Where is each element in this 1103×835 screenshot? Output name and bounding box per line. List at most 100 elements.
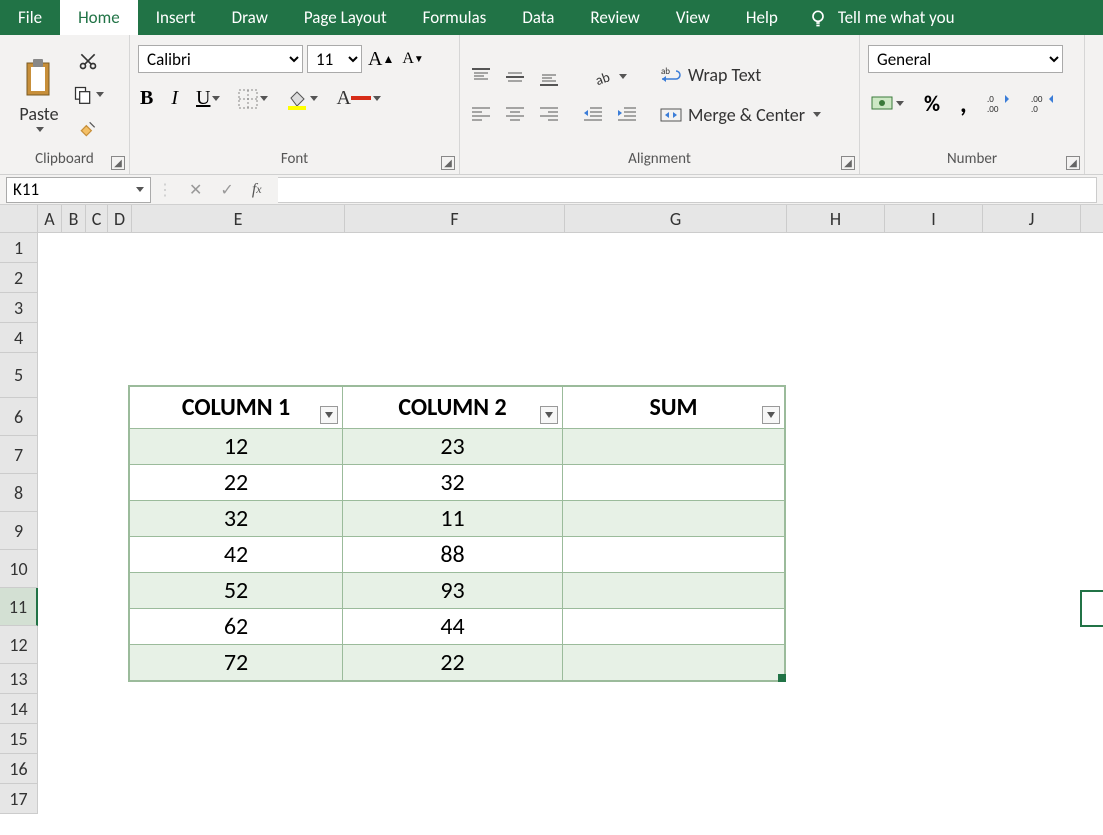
paste-button[interactable]: Paste [8,57,70,132]
table-cell[interactable]: 12 [130,429,343,465]
col-header-b[interactable]: B [62,205,86,232]
merge-center-button[interactable]: Merge & Center [658,102,823,128]
table-cell[interactable]: 52 [130,573,343,609]
table-cell[interactable]: 93 [343,573,563,609]
table-resize-handle[interactable] [778,674,786,682]
font-name-combo[interactable]: Calibri [138,45,303,73]
row-header[interactable]: 14 [0,694,38,724]
row-header[interactable]: 2 [0,263,38,293]
font-dialog-launcher[interactable]: ◢ [441,156,455,170]
table-cell[interactable]: 72 [130,645,343,681]
underline-button[interactable]: U [194,85,222,112]
row-header[interactable]: 7 [0,436,38,474]
table-cell[interactable]: 62 [130,609,343,645]
row-header[interactable]: 13 [0,664,38,694]
col-header-j[interactable]: J [983,205,1081,232]
table-header[interactable]: COLUMN 2 [343,387,563,429]
row-header[interactable]: 11 [0,588,38,626]
name-box[interactable]: K11 [6,177,151,203]
borders-button[interactable] [236,87,270,111]
comma-button[interactable]: , [958,85,969,121]
cancel-formula-button[interactable]: ✕ [187,178,204,202]
align-middle-button[interactable] [502,65,528,89]
copy-button[interactable] [70,83,106,107]
col-header-c[interactable]: C [86,205,108,232]
cut-button[interactable] [76,49,100,73]
row-header[interactable]: 16 [0,754,38,784]
selected-cell[interactable] [1080,590,1103,627]
col-header-a[interactable]: A [38,205,62,232]
percent-button[interactable]: % [922,88,942,119]
worksheet[interactable]: A B C D E F G H I J 12345678910111213141… [0,205,1103,814]
row-header[interactable]: 6 [0,398,38,436]
table-cell[interactable]: 42 [130,537,343,573]
font-color-button[interactable]: A [334,85,382,112]
tab-formulas[interactable]: Formulas [405,0,505,35]
tab-review[interactable]: Review [572,0,657,35]
wrap-text-button[interactable]: ab Wrap Text [658,62,763,88]
align-right-button[interactable] [536,103,562,125]
table-cell[interactable]: 32 [130,501,343,537]
row-header[interactable]: 12 [0,626,38,664]
table-cell[interactable] [563,465,785,501]
table-header[interactable]: SUM [563,387,785,429]
align-top-button[interactable] [468,65,494,89]
fill-color-button[interactable] [284,86,320,112]
row-header[interactable]: 9 [0,512,38,550]
filter-button[interactable] [762,406,780,424]
tab-help[interactable]: Help [728,0,796,35]
table-cell[interactable]: 22 [130,465,343,501]
tab-insert[interactable]: Insert [138,0,214,35]
table-cell[interactable] [563,645,785,681]
table-cell[interactable] [563,537,785,573]
tab-home[interactable]: Home [60,0,138,35]
table-cell[interactable]: 22 [343,645,563,681]
row-header[interactable]: 10 [0,550,38,588]
increase-indent-button[interactable] [614,103,640,125]
alignment-dialog-launcher[interactable]: ◢ [841,156,855,170]
decrease-decimal-button[interactable]: .00.0 [1029,91,1057,115]
enter-formula-button[interactable]: ✓ [218,178,235,202]
table-header[interactable]: COLUMN 1 [130,387,343,429]
row-header[interactable]: 15 [0,724,38,754]
tab-data[interactable]: Data [504,0,572,35]
bold-button[interactable]: B [138,85,155,112]
tell-me-search[interactable]: Tell me what you [796,0,967,35]
col-header-g[interactable]: G [565,205,787,232]
col-header-h[interactable]: H [787,205,885,232]
row-header[interactable]: 3 [0,293,38,323]
col-header-f[interactable]: F [345,205,565,232]
table-cell[interactable] [563,501,785,537]
table-cell[interactable]: 32 [343,465,563,501]
table-cell[interactable]: 88 [343,537,563,573]
decrease-indent-button[interactable] [580,103,606,125]
decrease-font-button[interactable]: A▼ [400,48,425,70]
orientation-button[interactable]: ab [591,65,629,89]
table-cell[interactable] [563,429,785,465]
align-center-button[interactable] [502,103,528,125]
number-dialog-launcher[interactable]: ◢ [1066,156,1080,170]
align-bottom-button[interactable] [536,65,562,89]
col-header-i[interactable]: I [885,205,983,232]
increase-font-button[interactable]: A▲ [366,46,396,73]
tab-file[interactable]: File [0,0,60,35]
row-header[interactable]: 4 [0,323,38,353]
row-header[interactable]: 5 [0,353,38,398]
increase-decimal-button[interactable]: .0.00 [985,91,1013,115]
format-painter-button[interactable] [76,117,100,141]
font-size-combo[interactable]: 11 [307,45,362,73]
tab-view[interactable]: View [658,0,728,35]
italic-button[interactable]: I [169,85,180,112]
col-header-d[interactable]: D [108,205,132,232]
table-cell[interactable]: 11 [343,501,563,537]
col-header-e[interactable]: E [132,205,345,232]
table-cell[interactable]: 44 [343,609,563,645]
align-left-button[interactable] [468,103,494,125]
tab-page-layout[interactable]: Page Layout [286,0,405,35]
select-all-corner[interactable] [0,205,38,232]
tab-draw[interactable]: Draw [214,0,286,35]
accounting-format-button[interactable] [868,91,906,115]
row-header[interactable]: 8 [0,474,38,512]
table-cell[interactable]: 23 [343,429,563,465]
table-cell[interactable] [563,609,785,645]
